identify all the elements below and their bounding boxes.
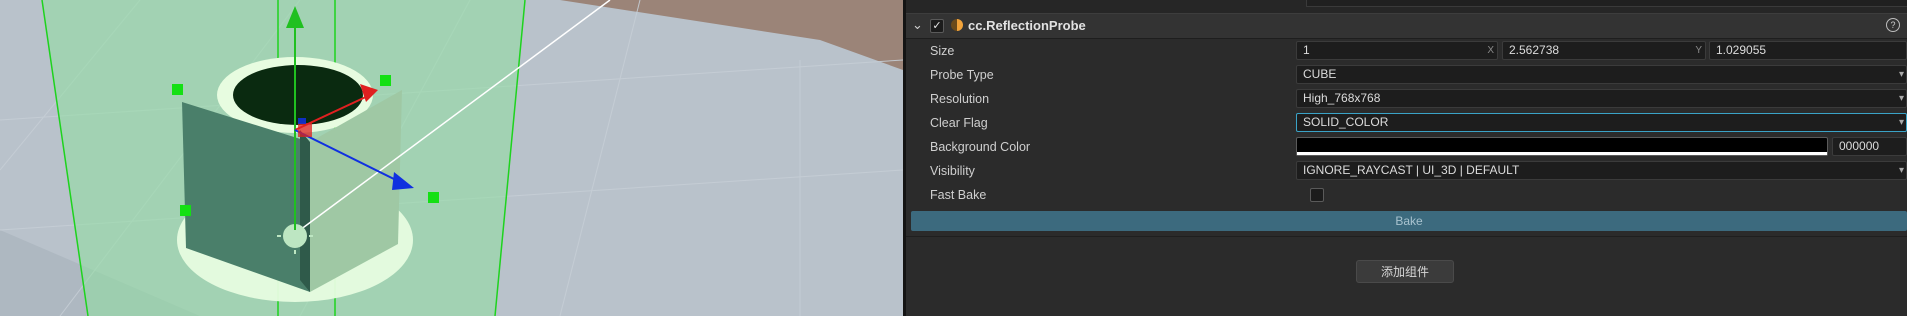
background-color-hex-input[interactable]: 000000 xyxy=(1832,137,1907,156)
fast-bake-label: Fast Bake xyxy=(930,188,987,202)
divider xyxy=(906,236,1907,237)
x-axis-label: X xyxy=(1487,45,1494,56)
previous-field xyxy=(1306,0,1907,7)
collapse-chevron-icon[interactable]: ⌄ xyxy=(912,17,923,33)
background-color-label: Background Color xyxy=(930,140,1031,154)
size-x-input[interactable]: 1 X xyxy=(1296,41,1498,60)
probe-type-select[interactable]: CUBE ▾ xyxy=(1296,65,1907,84)
chevron-down-icon: ▾ xyxy=(1898,165,1904,176)
background-color-swatch[interactable] xyxy=(1296,137,1828,156)
resolution-label: Resolution xyxy=(930,92,990,106)
reflection-probe-icon xyxy=(951,19,963,31)
background-color-hex: 000000 xyxy=(1839,139,1880,153)
scene-viewport[interactable] xyxy=(0,0,903,316)
fast-bake-checkbox[interactable] xyxy=(1310,188,1324,202)
previous-component-strip xyxy=(906,0,1907,14)
visibility-select[interactable]: IGNORE_RAYCAST | UI_3D | DEFAULT ▾ xyxy=(1296,161,1907,180)
probe-type-label: Probe Type xyxy=(930,68,994,82)
probe-type-value: CUBE xyxy=(1303,67,1337,81)
help-icon[interactable]: ? xyxy=(1886,18,1900,32)
resolution-value: High_768x768 xyxy=(1303,91,1381,105)
size-x-value: 1 xyxy=(1303,43,1310,57)
resolution-select[interactable]: High_768x768 ▾ xyxy=(1296,89,1907,108)
visibility-label: Visibility xyxy=(930,164,975,178)
component-header[interactable]: ⌄ ✓ cc.ReflectionProbe ? xyxy=(906,13,1907,39)
size-y-input[interactable]: 2.562738 Y xyxy=(1502,41,1706,60)
add-component-button[interactable]: 添加组件 xyxy=(1356,260,1454,283)
chevron-down-icon: ▾ xyxy=(1898,69,1904,80)
size-label: Size xyxy=(930,44,955,58)
alpha-bar xyxy=(1297,152,1827,155)
component-enabled-checkbox[interactable]: ✓ xyxy=(930,19,944,33)
y-axis-label: Y xyxy=(1695,45,1702,56)
clear-flag-value: SOLID_COLOR xyxy=(1303,115,1389,129)
clear-flag-select[interactable]: SOLID_COLOR ▾ xyxy=(1296,113,1907,132)
panel-edge xyxy=(300,130,310,292)
bake-button[interactable]: Bake xyxy=(911,211,1907,231)
inspector-panel: ⌄ ✓ cc.ReflectionProbe ? Size 1 X 2.5627… xyxy=(906,0,1907,316)
size-z-input[interactable]: 1.029055 xyxy=(1709,41,1907,60)
gizmo-plane-handle xyxy=(298,123,312,137)
scene-canvas[interactable] xyxy=(0,0,903,316)
component-title: cc.ReflectionProbe xyxy=(968,18,1086,33)
clear-flag-label: Clear Flag xyxy=(930,116,988,130)
size-y-value: 2.562738 xyxy=(1509,43,1560,57)
size-z-value: 1.029055 xyxy=(1716,43,1767,57)
chevron-down-icon: ▾ xyxy=(1898,93,1904,104)
chevron-down-icon: ▾ xyxy=(1898,117,1904,128)
top-hole xyxy=(233,65,363,125)
visibility-value: IGNORE_RAYCAST | UI_3D | DEFAULT xyxy=(1303,163,1520,177)
